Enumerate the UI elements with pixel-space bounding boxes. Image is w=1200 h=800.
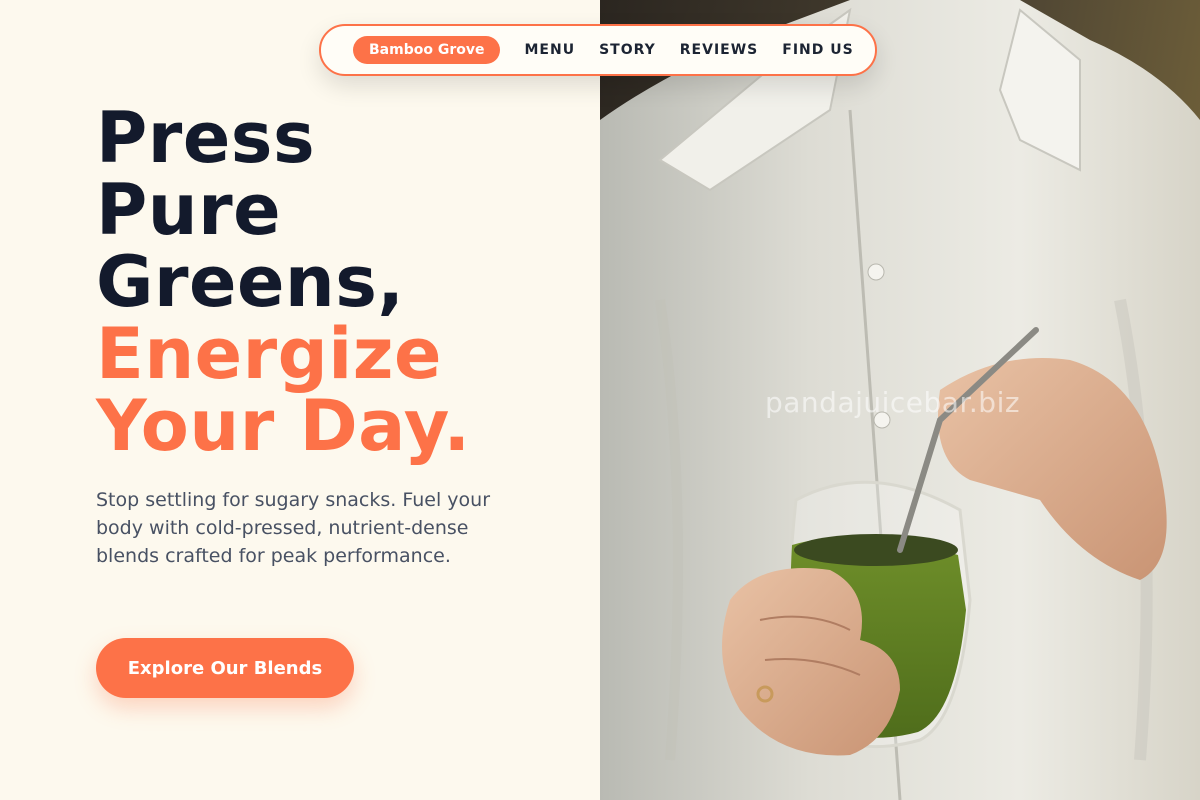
nav-link-find-us[interactable]: FIND US	[782, 42, 853, 58]
headline-line: Press	[96, 97, 316, 179]
nav-link-menu[interactable]: MENU	[524, 42, 575, 58]
hero-subtext: Stop settling for sugary snacks. Fuel yo…	[96, 489, 490, 567]
brand-logo-button[interactable]: Bamboo Grove	[353, 36, 501, 64]
headline-accent-line: Energize	[96, 313, 442, 395]
nav-link-reviews[interactable]: REVIEWS	[680, 42, 758, 58]
landing-page: Press Pure Greens, Energize Your Day. St…	[0, 0, 1200, 800]
nav-link-story[interactable]: STORY	[599, 42, 656, 58]
headline-accent-line: Your Day.	[96, 385, 471, 467]
hero-headline: Press Pure Greens, Energize Your Day.	[96, 102, 471, 462]
watermark-text: pandajuicebar.biz	[765, 386, 1021, 419]
explore-blends-button[interactable]: Explore Our Blends	[96, 638, 354, 698]
hero-section: Press Pure Greens, Energize Your Day. St…	[0, 0, 600, 800]
hero-photo: pandajuicebar.biz	[600, 0, 1200, 800]
top-navigation: Bamboo Grove MENU STORY REVIEWS FIND US	[319, 24, 877, 76]
headline-line: Greens,	[96, 241, 405, 323]
headline-line: Pure	[96, 169, 282, 251]
